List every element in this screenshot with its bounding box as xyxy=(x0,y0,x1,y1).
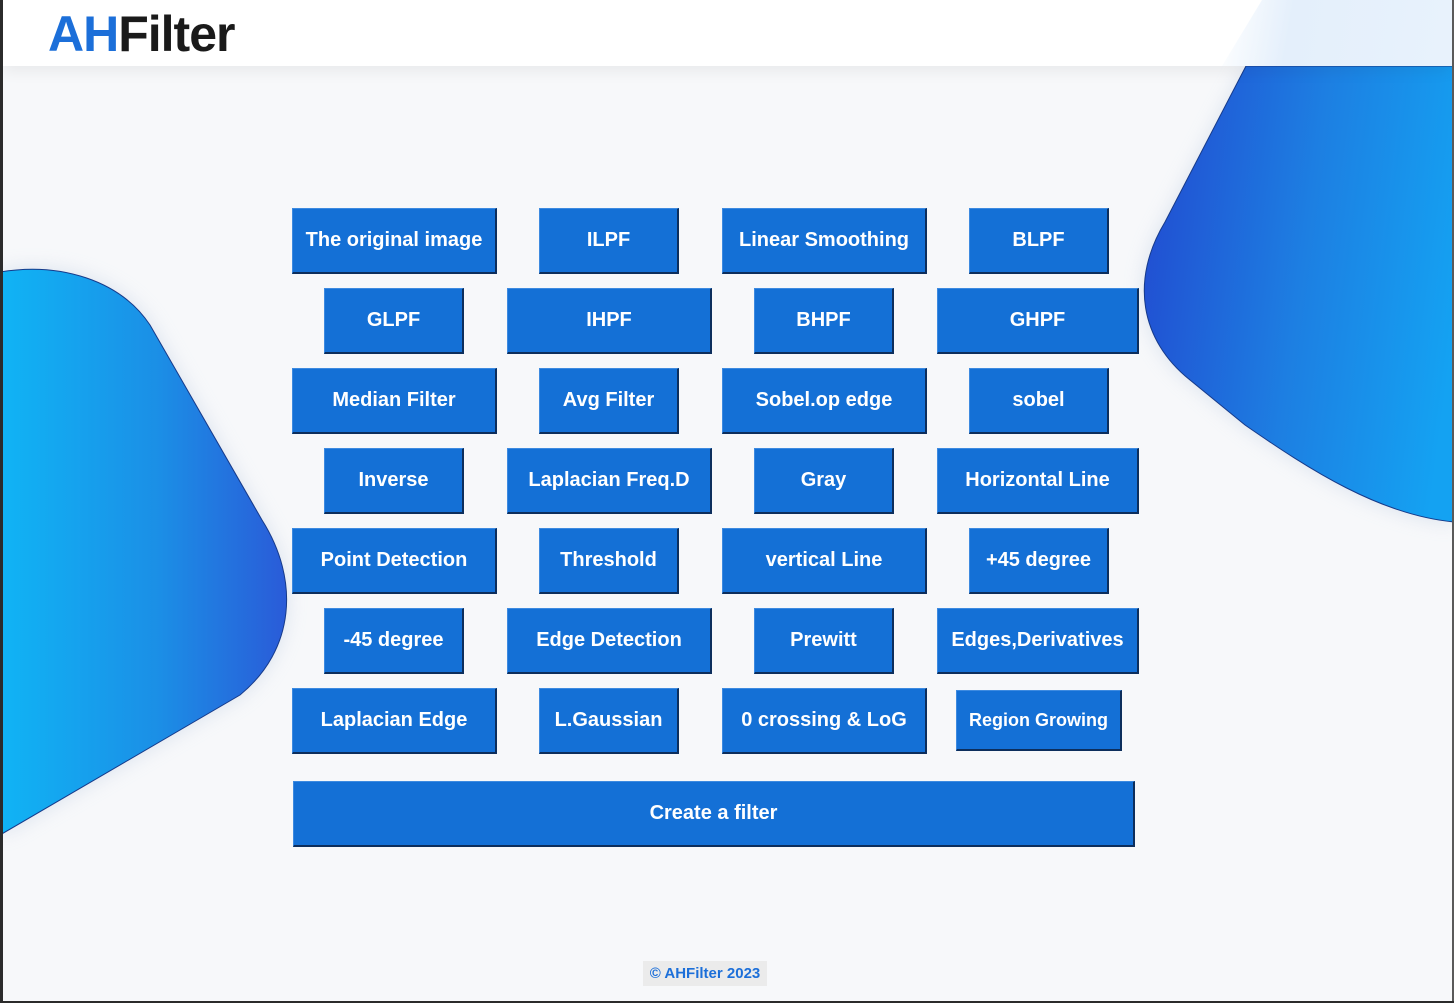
linear-smoothing-button[interactable]: Linear Smoothing xyxy=(722,208,927,274)
header-accent xyxy=(1222,0,1452,66)
header-bar: AHFilter xyxy=(3,0,1452,66)
edges-derivatives-button[interactable]: Edges,Derivatives xyxy=(937,608,1139,674)
logo-part-ah: AH xyxy=(48,6,119,62)
plus-45-degree-button[interactable]: +45 degree xyxy=(969,528,1109,594)
laplacian-freq-button[interactable]: Laplacian Freq.D xyxy=(507,448,712,514)
median-filter-button[interactable]: Median Filter xyxy=(292,368,497,434)
vertical-line-button[interactable]: vertical Line xyxy=(722,528,927,594)
ghpf-button[interactable]: GHPF xyxy=(937,288,1139,354)
sobel-op-edge-button[interactable]: Sobel.op edge xyxy=(722,368,927,434)
logo-part-filter: Filter xyxy=(118,6,235,62)
region-growing-button[interactable]: Region Growing xyxy=(956,690,1122,751)
create-filter-button[interactable]: Create a filter xyxy=(293,781,1135,847)
ilpf-button[interactable]: ILPF xyxy=(539,208,679,274)
avg-filter-button[interactable]: Avg Filter xyxy=(539,368,679,434)
prewitt-button[interactable]: Prewitt xyxy=(754,608,894,674)
background-decoration xyxy=(0,65,1454,836)
threshold-button[interactable]: Threshold xyxy=(539,528,679,594)
bhpf-button[interactable]: BHPF xyxy=(754,288,894,354)
l-gaussian-button[interactable]: L.Gaussian xyxy=(539,688,679,754)
footer-copyright: © AHFilter 2023 xyxy=(643,961,767,986)
app-logo: AHFilter xyxy=(48,6,235,62)
inverse-button[interactable]: Inverse xyxy=(324,448,464,514)
minus-45-degree-button[interactable]: -45 degree xyxy=(324,608,464,674)
original-image-button[interactable]: The original image xyxy=(292,208,497,274)
horizontal-line-button[interactable]: Horizontal Line xyxy=(937,448,1139,514)
gray-button[interactable]: Gray xyxy=(754,448,894,514)
sobel-button[interactable]: sobel xyxy=(969,368,1109,434)
blpf-button[interactable]: BLPF xyxy=(969,208,1109,274)
glpf-button[interactable]: GLPF xyxy=(324,288,464,354)
window-border-left xyxy=(0,0,3,1003)
point-detection-button[interactable]: Point Detection xyxy=(292,528,497,594)
ihpf-button[interactable]: IHPF xyxy=(507,288,712,354)
edge-detection-button[interactable]: Edge Detection xyxy=(507,608,712,674)
zero-crossing-log-button[interactable]: 0 crossing & LoG xyxy=(722,688,927,754)
laplacian-edge-button[interactable]: Laplacian Edge xyxy=(292,688,497,754)
